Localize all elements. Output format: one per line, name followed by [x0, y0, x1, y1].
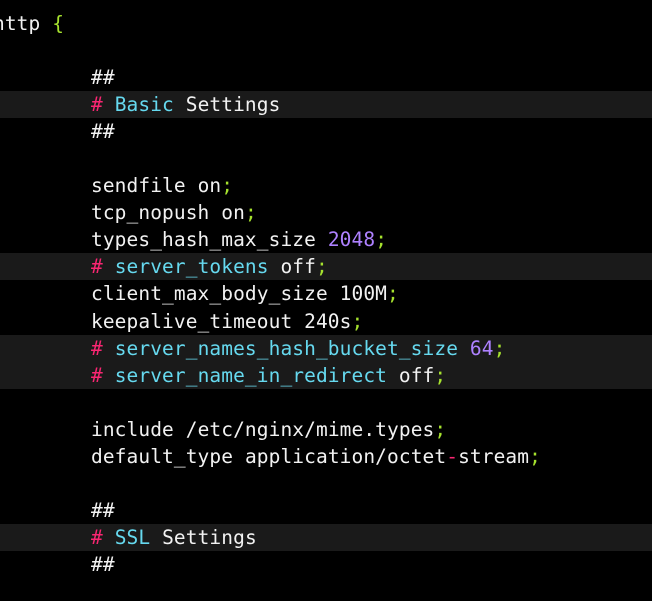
- directive-number: 64: [469, 336, 494, 360]
- semicolon: ;: [387, 282, 399, 306]
- code-line: types_hash_max_size 2048;: [0, 226, 652, 253]
- directive-name: sendfile: [91, 174, 186, 198]
- code-editor[interactable]: http { ## # Basic Settings ## sendfile o…: [0, 0, 652, 601]
- comment-hash: #: [91, 363, 103, 387]
- directive-value: on: [197, 174, 222, 198]
- directive-name: keepalive_timeout: [91, 309, 293, 333]
- code-line: http {: [0, 10, 652, 37]
- semicolon: ;: [493, 336, 506, 360]
- comment-hash: #: [91, 525, 103, 549]
- commented-directive: server_names_hash_bucket_size: [114, 336, 459, 360]
- semicolon: ;: [221, 174, 234, 198]
- directive-value: application/octet: [244, 444, 447, 468]
- semicolon: ;: [434, 417, 447, 441]
- semicolon: ;: [529, 444, 541, 468]
- code-line-highlighted: # Basic Settings: [0, 91, 652, 119]
- comment-keyword: Basic: [114, 93, 174, 117]
- directive-name: client_max_body_size: [91, 282, 328, 306]
- code-line-highlighted: # server_name_in_redirect off;: [0, 361, 652, 389]
- directive-value: off: [280, 255, 316, 279]
- directive-value: 240s: [304, 309, 352, 333]
- comment-text: Settings: [185, 93, 281, 117]
- comment-text: Settings: [162, 525, 257, 549]
- code-line: ##: [0, 118, 652, 145]
- directive-value: 100M: [339, 282, 388, 306]
- comment-marker: ##: [91, 66, 115, 90]
- code-line: client_max_body_size 100M;: [0, 280, 652, 307]
- directive-name: default_type: [91, 444, 234, 468]
- code-line: sendfile on;: [0, 172, 652, 199]
- directive-name: types_hash_max_size: [91, 228, 316, 252]
- semicolon: ;: [434, 363, 447, 387]
- directive-value-tail: stream: [458, 444, 530, 468]
- block-name: http: [0, 12, 41, 35]
- commented-directive: server_name_in_redirect: [114, 363, 388, 387]
- comment-marker: ##: [91, 498, 115, 522]
- code-line: include /etc/nginx/mime.types;: [0, 416, 652, 443]
- directive-value: on: [221, 201, 245, 225]
- open-brace: {: [52, 12, 65, 35]
- semicolon: ;: [351, 309, 364, 333]
- directive-value: /etc/nginx/mime.types: [185, 417, 435, 441]
- semicolon: ;: [375, 228, 388, 252]
- code-line-highlighted: # server_tokens off;: [0, 253, 652, 281]
- code-line: ##: [0, 551, 652, 578]
- directive-value: off: [398, 363, 435, 387]
- directive-name: tcp_nopush: [91, 201, 210, 225]
- semicolon: ;: [244, 201, 257, 225]
- comment-marker: ##: [91, 120, 115, 144]
- comment-hash: #: [91, 255, 103, 279]
- code-lines: http { ## # Basic Settings ## sendfile o…: [0, 10, 652, 578]
- directive-number: 2048: [327, 228, 376, 252]
- code-line: default_type application/octet-stream;: [0, 443, 652, 470]
- code-line-highlighted: # SSL Settings: [0, 523, 652, 551]
- dash-operator: -: [446, 444, 459, 468]
- code-line-highlighted: # server_names_hash_bucket_size 64;: [0, 334, 652, 362]
- code-line: ##: [0, 497, 652, 524]
- comment-hash: #: [91, 93, 103, 117]
- comment-hash: #: [91, 336, 103, 360]
- comment-keyword: SSL: [114, 525, 151, 549]
- code-line: tcp_nopush on;: [0, 199, 652, 226]
- commented-directive: server_tokens: [114, 255, 269, 279]
- directive-name: include: [91, 417, 174, 441]
- comment-marker: ##: [91, 552, 115, 576]
- semicolon: ;: [315, 255, 328, 279]
- code-line: ##: [0, 64, 652, 91]
- code-line: keepalive_timeout 240s;: [0, 308, 652, 335]
